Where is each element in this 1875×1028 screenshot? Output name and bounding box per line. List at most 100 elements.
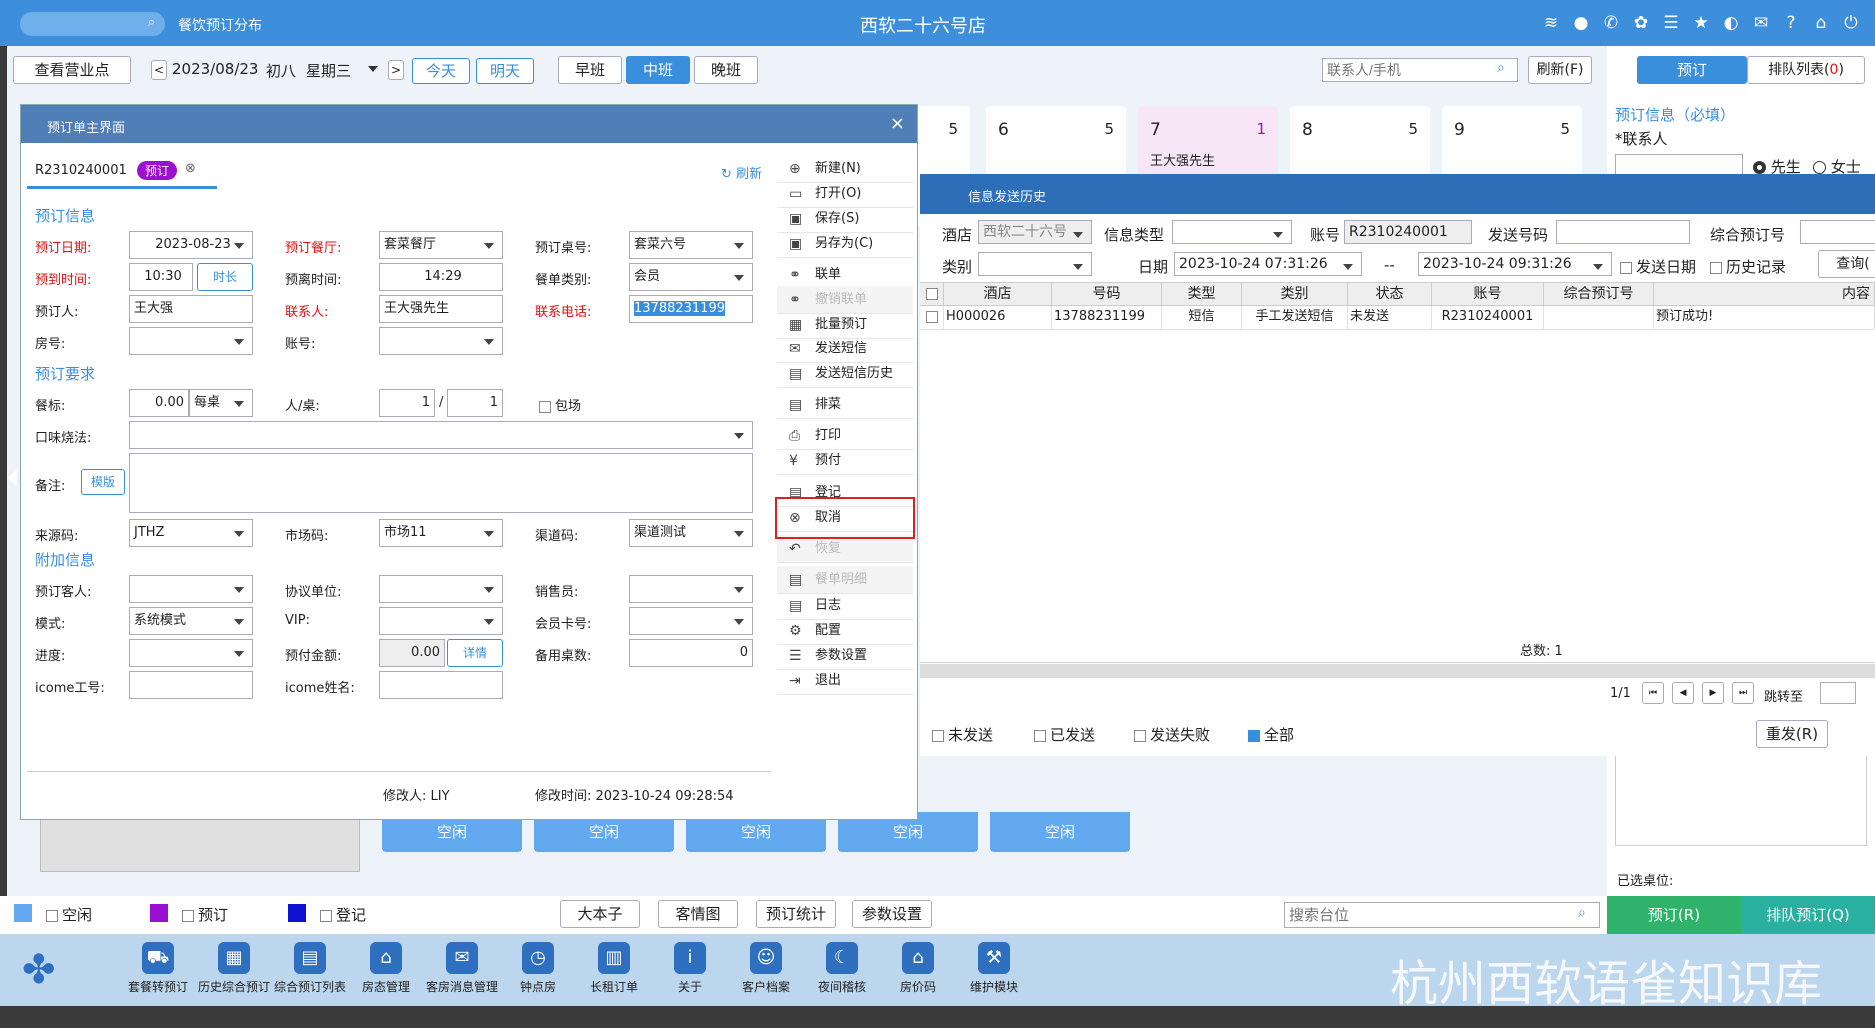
persons-field[interactable]: 1 [379,389,435,417]
table-search-input[interactable] [1284,902,1600,928]
progress-field[interactable] [129,639,253,667]
home-icon[interactable]: ⌂ [1810,12,1832,34]
dock-item[interactable]: ⌂ 房价码 [880,934,956,995]
date-dropdown-icon[interactable] [368,66,378,72]
info-type-select[interactable] [1172,220,1292,244]
room-field[interactable] [129,327,253,355]
power-icon[interactable]: ⏻ [1840,12,1862,34]
history-checkbox[interactable]: 历史记录 [1710,256,1786,277]
type-field[interactable]: 会员 [629,263,753,291]
legend-booked[interactable]: 预订 [182,904,228,925]
col-hotel[interactable]: 酒店 [944,283,1052,307]
booking-tab[interactable]: R2310240001 预订 ⊗ [27,153,217,189]
next-date-button[interactable]: > [388,60,404,80]
refresh-button[interactable]: 刷新(F) [1528,56,1592,84]
row-checkbox[interactable] [920,306,944,330]
first-page-button[interactable]: ⏮ [1642,682,1664,704]
dock-item[interactable]: ◷ 钟点房 [500,934,576,995]
duration-button[interactable]: 时长 [197,263,253,291]
vip-field[interactable] [379,607,503,635]
filter-all[interactable]: 全部 [1248,724,1294,745]
app-menu-icon[interactable]: ✤ [22,950,56,990]
spare-field[interactable]: 0 [629,639,753,667]
theme-icon[interactable]: ◐ [1720,12,1742,34]
restaurant-field[interactable]: 套菜餐厅 [379,231,503,259]
dock-item[interactable]: ✉ 客房消息管理 [424,934,500,995]
dock-item[interactable]: ☾ 夜间稽核 [804,934,880,995]
menu-item[interactable]: ⚭ 联单 [777,261,913,289]
filter-failed[interactable]: 发送失败 [1134,724,1210,745]
menu-icon[interactable]: ☰ [1660,12,1682,34]
menu-item[interactable]: ▤ 日志 [777,592,913,620]
table-status-idle[interactable]: 空闲 [990,812,1130,852]
next-page-button[interactable]: ▶ [1702,682,1724,704]
send-number-input[interactable] [1556,220,1690,244]
icome-name-field[interactable] [379,671,503,699]
standard-unit-field[interactable]: 每桌 [189,389,253,417]
settings-button[interactable]: 参数设置 [852,900,932,928]
dock-item[interactable]: i 关于 [652,934,728,995]
jump-input[interactable] [1820,682,1856,704]
search-icon[interactable]: ⌕ [1578,905,1586,921]
menu-item[interactable]: ▤ 排菜 [777,391,913,419]
combo-booking-input[interactable] [1800,220,1875,244]
phone-field[interactable]: 13788231199 [629,295,753,323]
menu-item[interactable]: ✉ 发送短信 [777,335,913,363]
shift-noon[interactable]: 中班 [626,56,690,84]
filter-unsent[interactable]: 未发送 [932,724,993,745]
chat-icon[interactable]: ● [1570,12,1592,34]
dock-item[interactable]: ⛟ 套餐转预订 [120,934,196,995]
menu-item[interactable]: ▤ 发送短信历史 [777,360,913,388]
menu-item[interactable]: ⎙ 打印 [777,422,913,450]
col-type[interactable]: 类型 [1162,283,1242,307]
tab-booking[interactable]: 预订 [1637,56,1747,84]
account-field[interactable] [379,327,503,355]
sales-field[interactable] [629,575,753,603]
category-select[interactable] [978,252,1092,276]
tables-field[interactable]: 1 [447,389,503,417]
col-content[interactable]: 内容 [1654,283,1875,307]
dock-item[interactable]: ▥ 长租订单 [576,934,652,995]
collapse-arrow-icon[interactable] [7,470,17,486]
channel-field[interactable]: 渠道测试 [629,519,753,547]
menu-item[interactable]: ¥ 预付 [777,447,913,475]
prev-page-button[interactable]: ◀ [1672,682,1694,704]
menu-item[interactable]: ▣ 保存(S) [777,205,913,233]
arrive-time-field[interactable]: 10:30 [129,263,193,291]
menu-item[interactable]: ▭ 打开(O) [777,180,913,208]
contact-field[interactable]: 王大强先生 [379,295,503,323]
close-icon[interactable]: × [890,113,905,134]
shift-morning[interactable]: 早班 [558,56,622,84]
col-category[interactable]: 类别 [1242,283,1348,307]
col-status[interactable]: 状态 [1348,283,1432,307]
contact-search-input[interactable] [1322,58,1518,82]
dock-item[interactable]: ▦ 历史综合预订 [196,934,272,995]
star-icon[interactable]: ★ [1690,12,1712,34]
template-button[interactable]: 模版 [81,469,125,495]
help-icon[interactable]: ? [1780,12,1802,34]
table-field[interactable]: 套菜六号 [629,231,753,259]
col-number[interactable]: 号码 [1052,283,1162,307]
tomorrow-button[interactable]: 明天 [476,58,534,84]
dock-item[interactable]: ▤ 综合预订列表 [272,934,348,995]
book-button[interactable]: 预订(R) [1607,896,1741,934]
mail-icon[interactable]: ✉ [1750,12,1772,34]
shift-evening[interactable]: 晚班 [694,56,758,84]
detail-button[interactable]: 详情 [447,639,503,667]
leave-time-field[interactable]: 14:29 [379,263,503,291]
hotel-select[interactable]: 西软二十六号 [978,220,1092,244]
horizontal-scrollbar[interactable] [920,664,1875,678]
wifi-icon[interactable]: ≋ [1540,12,1562,34]
date-field[interactable]: 2023-08-23 [129,231,253,259]
select-all-checkbox[interactable] [920,283,944,307]
filter-sent[interactable]: 已发送 [1034,724,1095,745]
view-outlet-button[interactable]: 查看营业点 [13,56,131,84]
resend-button[interactable]: 重发(R) [1756,720,1828,748]
menu-item[interactable]: ☰ 参数设置 [777,642,913,670]
dock-item[interactable]: ☺ 客户档案 [728,934,804,995]
send-date-checkbox[interactable]: 发送日期 [1620,256,1696,277]
standard-field[interactable]: 0.00 [129,389,189,417]
query-button[interactable]: 查询( [1818,250,1875,278]
market-field[interactable]: 市场11 [379,519,503,547]
guest-chart-button[interactable]: 客情图 [658,900,738,928]
